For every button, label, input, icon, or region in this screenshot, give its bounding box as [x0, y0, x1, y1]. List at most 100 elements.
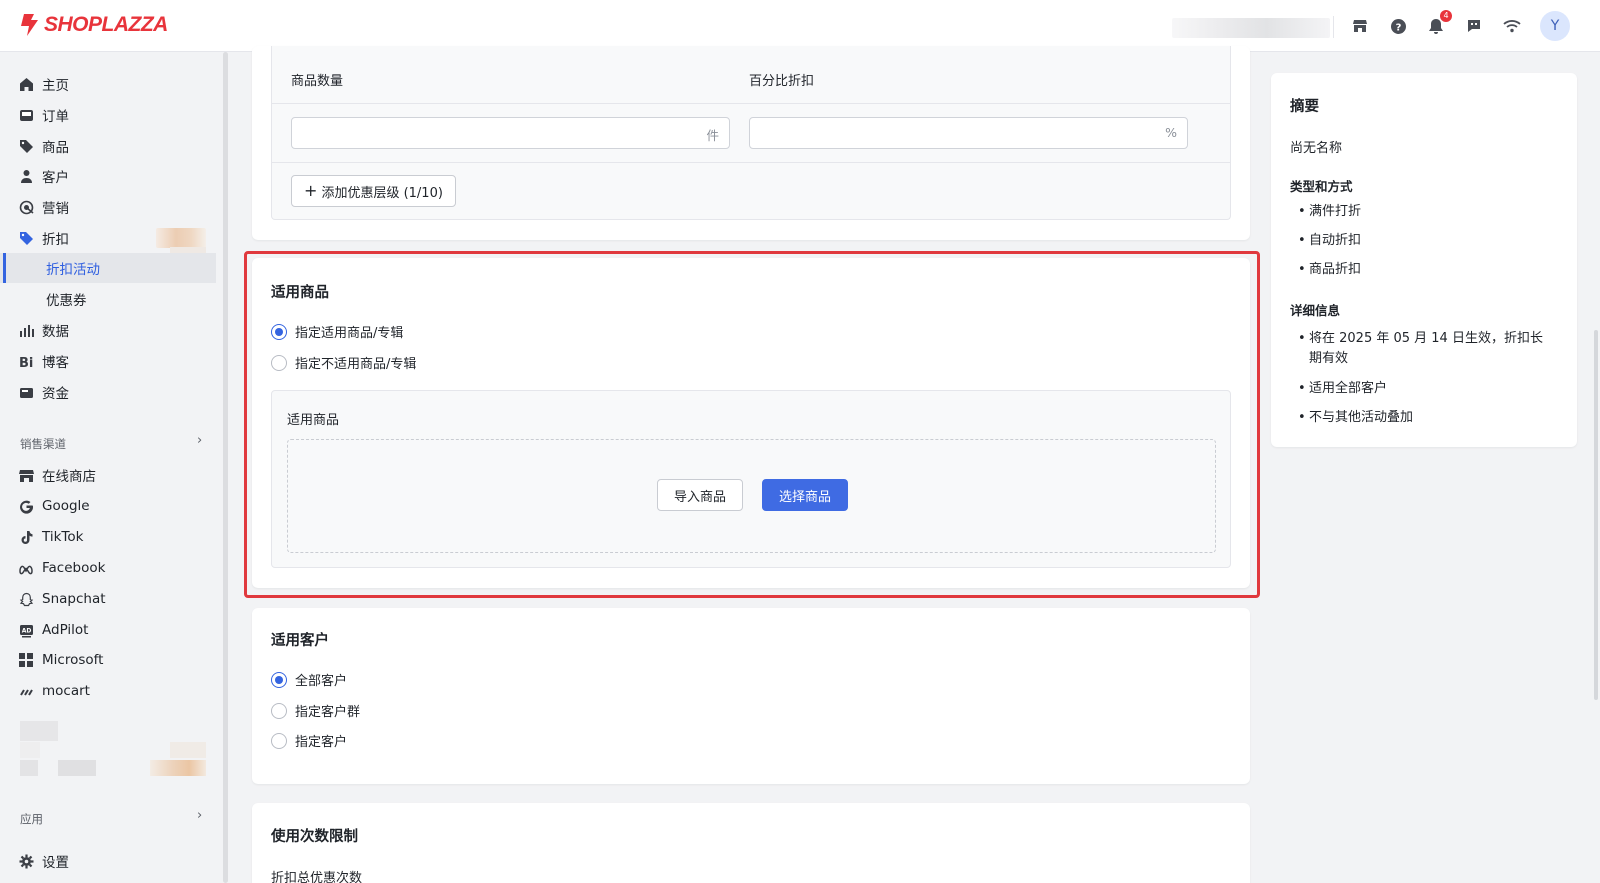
shoplazza-logo[interactable]: SHOPLAZZA	[18, 13, 168, 37]
svg-text:Bi: Bi	[19, 356, 33, 369]
shoplazza-logo-icon	[21, 14, 38, 36]
customers-card-title: 适用客户	[271, 633, 329, 649]
summary-title: 摘要	[1290, 99, 1319, 115]
store-icon[interactable]	[1349, 15, 1371, 37]
sidebar-item-microsoft[interactable]: Microsoft	[0, 645, 216, 675]
select-products-button[interactable]: 选择商品	[762, 479, 848, 511]
sidebar-item-home[interactable]: 主页	[0, 69, 216, 99]
sidebar-item-orders[interactable]: 订单	[0, 100, 216, 130]
import-products-label: 导入商品	[673, 489, 726, 505]
chevron-right-icon[interactable]: ›	[197, 433, 202, 448]
notification-badge: 4	[1440, 10, 1452, 22]
sidebar-scrollbar[interactable]	[223, 52, 228, 883]
radio-label: 全部客户	[295, 674, 348, 689]
bar-chart-icon	[18, 322, 34, 338]
sidebar-item-blog[interactable]: Bi 博客	[0, 346, 216, 376]
apps-label: 应用	[20, 812, 43, 826]
chevron-right-icon[interactable]: ›	[197, 808, 202, 823]
summary-type-item: 商品折扣	[1298, 260, 1549, 280]
summary-type-heading: 类型和方式	[1290, 179, 1353, 194]
avatar-initial: Y	[1550, 18, 1560, 34]
sidebar-item-customers[interactable]: 客户	[0, 161, 216, 191]
sidebar-item-coupons[interactable]: 优惠券	[0, 284, 216, 314]
mocart-icon	[18, 683, 34, 699]
blog-icon: Bi	[18, 353, 34, 369]
summary-detail-heading: 详细信息	[1290, 303, 1341, 318]
avatar[interactable]: Y	[1540, 11, 1570, 41]
radio-specific-customers[interactable]: 指定客户	[271, 731, 347, 750]
sidebar-item-label: 数据	[42, 324, 69, 340]
radio-dot	[271, 702, 287, 719]
customers-card	[252, 608, 1250, 784]
sidebar-item-tiktok[interactable]: TikTok	[0, 522, 216, 552]
sidebar-item-label: 折扣	[42, 232, 69, 248]
page-scrollbar[interactable]	[1594, 330, 1598, 700]
sidebar-item-facebook[interactable]: Facebook	[0, 553, 216, 583]
store-icon	[18, 467, 34, 483]
radio-dot-selected	[271, 323, 287, 340]
blurred-badge	[156, 228, 206, 248]
microsoft-icon	[18, 652, 34, 668]
sidebar-item-label: 博客	[42, 355, 69, 371]
inbox-icon	[18, 107, 34, 123]
add-tier-button[interactable]: + 添加优惠层级 (1/10)	[291, 175, 456, 207]
discount-icon	[18, 230, 34, 246]
message-icon[interactable]	[1463, 15, 1485, 37]
total-usage-label: 折扣总优惠次数	[271, 871, 363, 883]
summary-name: 尚无名称	[1290, 141, 1343, 156]
sidebar-item-analytics[interactable]: 数据	[0, 315, 216, 345]
radio-dot	[271, 354, 287, 371]
sidebar-item-products[interactable]: 商品	[0, 131, 216, 161]
tag-icon	[18, 138, 34, 154]
radio-dot-selected	[271, 671, 287, 688]
radio-include-products[interactable]: 指定适用商品/专辑	[271, 322, 403, 341]
divider	[1333, 16, 1334, 38]
store-switcher[interactable]	[1172, 18, 1330, 38]
blurred-region	[58, 760, 96, 776]
sidebar-item-snapchat[interactable]: Snapchat	[0, 584, 216, 614]
sidebar-item-label: Google	[42, 498, 90, 514]
sidebar-item-label: mocart	[42, 683, 90, 699]
radio-all-customers[interactable]: 全部客户	[271, 670, 347, 689]
snapchat-icon	[18, 591, 34, 607]
help-icon[interactable]: ?	[1387, 15, 1409, 37]
sidebar-item-finance[interactable]: 资金	[0, 377, 216, 407]
meta-icon	[18, 560, 34, 576]
sidebar-item-settings[interactable]: 设置	[0, 846, 216, 876]
radio-exclude-products[interactable]: 指定不适用商品/专辑	[271, 353, 416, 372]
sidebar-item-label: 客户	[42, 170, 69, 186]
gear-icon	[18, 853, 34, 869]
radio-label: 指定不适用商品/专辑	[295, 357, 417, 372]
sidebar-item-label: Snapchat	[42, 591, 106, 607]
sidebar-item-label: 资金	[42, 386, 69, 402]
notification-icon[interactable]: 4	[1425, 10, 1452, 37]
person-icon	[18, 168, 34, 184]
quantity-input[interactable]: 件	[291, 117, 730, 149]
sidebar-item-marketing[interactable]: 营销	[0, 192, 216, 222]
top-bar: SHOPLAZZA ? 4 Y	[0, 0, 1600, 52]
summary-detail-item: 将在 2025 年 05 月 14 日生效，折扣长期有效	[1298, 329, 1549, 369]
home-icon	[18, 76, 34, 92]
select-products-label: 选择商品	[778, 489, 831, 505]
svg-text:AD: AD	[21, 627, 31, 634]
products-dropzone	[287, 439, 1216, 553]
brand-name: SHOPLAZZA	[44, 13, 168, 36]
sidebar-item-mocart[interactable]: mocart	[0, 676, 216, 706]
radio-label: 指定适用商品/专辑	[295, 326, 404, 341]
sidebar-item-google[interactable]: Google	[0, 491, 216, 521]
percent-input[interactable]: %	[749, 117, 1188, 149]
wifi-icon[interactable]	[1501, 15, 1523, 37]
sidebar-item-adpilot[interactable]: AD AdPilot	[0, 615, 216, 645]
divider	[272, 103, 1230, 104]
google-icon	[18, 498, 34, 514]
sidebar-item-label: Microsoft	[42, 652, 104, 668]
blurred-region	[20, 760, 38, 776]
sidebar-item-label: 主页	[42, 78, 69, 94]
radio-customer-groups[interactable]: 指定客户群	[271, 701, 360, 720]
sidebar-item-discount-campaigns[interactable]: 折扣活动	[0, 253, 216, 283]
sidebar-item-online-store[interactable]: 在线商店	[0, 460, 216, 490]
divider	[272, 162, 1230, 163]
import-products-button[interactable]: 导入商品	[657, 479, 743, 511]
quantity-column-header: 商品数量	[291, 74, 344, 89]
sidebar-item-label: 优惠券	[46, 293, 87, 309]
